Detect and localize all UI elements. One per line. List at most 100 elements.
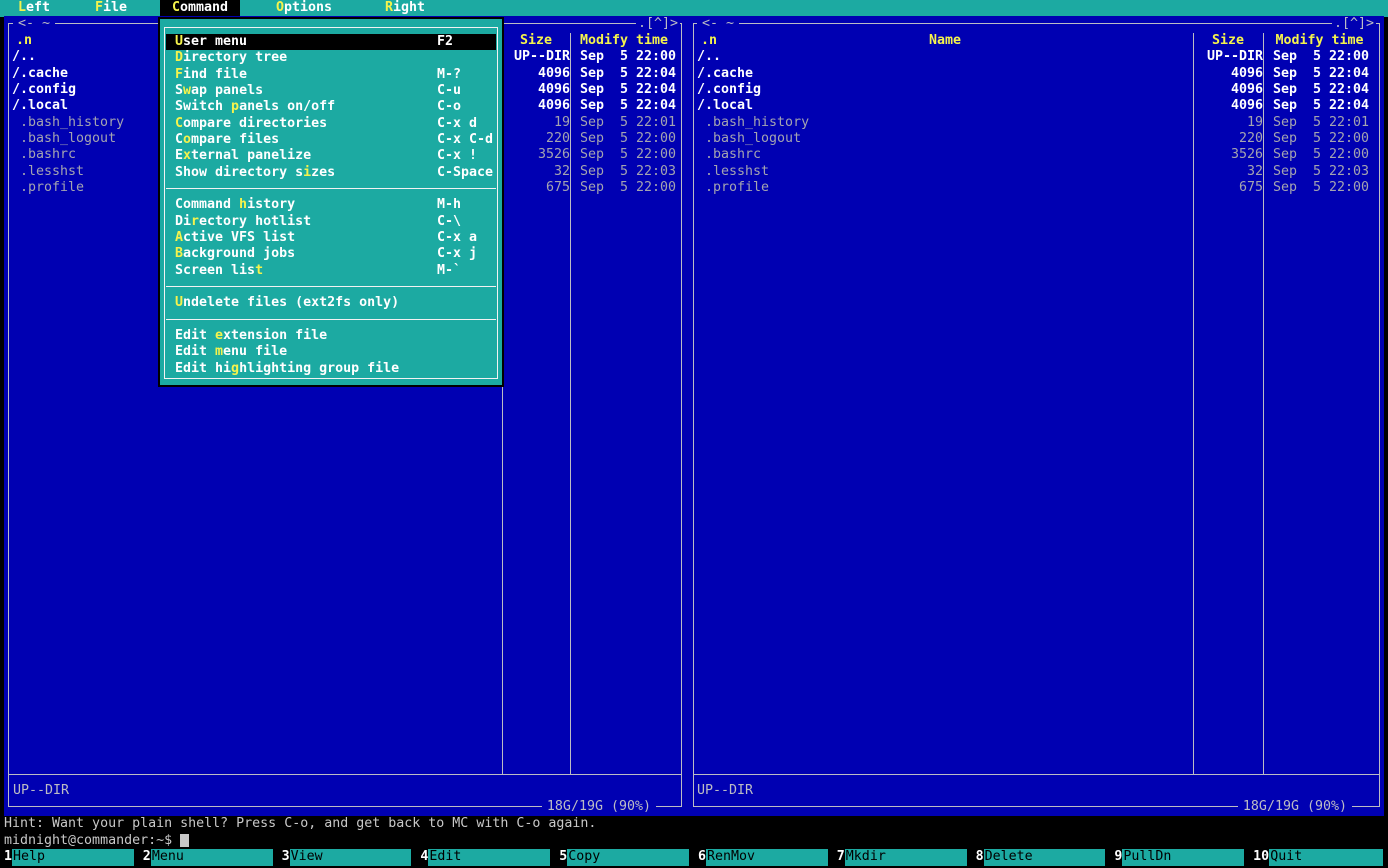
menu-item-directory-hotlist[interactable]: Directory hotlistC-\ xyxy=(166,214,496,230)
menu-item-shortcut: C-x j xyxy=(437,246,477,262)
file-name: .bash_logout xyxy=(697,131,1193,147)
menu-item-label: Show directory sizes xyxy=(166,165,335,181)
menu-item-shortcut: C-x ! xyxy=(437,148,477,164)
menu-item-label-pre: Command xyxy=(175,197,239,212)
right-panel: <- ~ .[^]> .nNameSizeModify time/..UP--D… xyxy=(688,16,1384,816)
file-mtime: Sep 5 22:00 xyxy=(574,180,678,196)
shell-prompt-line[interactable]: midnight@commander:~$ xyxy=(4,833,189,850)
menu-item-label: Edit extension file xyxy=(166,328,327,344)
mtime-column-header: Modify time xyxy=(1263,33,1376,49)
fkey-label: Menu xyxy=(151,849,273,866)
menu-item-undelete-files-ext2fs-only[interactable]: Undelete files (ext2fs only) xyxy=(166,295,496,311)
menu-item-label-post: anels on/off xyxy=(239,99,335,114)
hotkey-letter: o xyxy=(183,132,191,147)
fkey-7[interactable]: 7Mkdir xyxy=(833,849,972,866)
menu-item-label-post: ectory hotlist xyxy=(199,214,311,229)
menubar-item-label: ptions xyxy=(284,0,332,15)
file-name: /.. xyxy=(697,49,1193,65)
menu-item-edit-menu-file[interactable]: Edit menu file xyxy=(166,344,496,360)
menu-item-compare-directories[interactable]: Compare directoriesC-x d xyxy=(166,116,496,132)
menubar-item-right[interactable]: Right xyxy=(385,0,425,17)
fkey-10[interactable]: 10Quit xyxy=(1249,849,1388,866)
panel-nav-marker[interactable]: .[^]> xyxy=(636,16,680,32)
menu-item-background-jobs[interactable]: Background jobsC-x j xyxy=(166,246,496,262)
menu-item-label: Find file xyxy=(166,67,247,83)
menu-item-user-menu[interactable]: User menuF2 xyxy=(166,34,496,50)
menu-item-active-vfs-list[interactable]: Active VFS listC-x a xyxy=(166,230,496,246)
fkey-number: 3 xyxy=(278,849,290,866)
fkey-4[interactable]: 4Edit xyxy=(416,849,555,866)
hotkey-letter: p xyxy=(231,99,239,114)
fkey-6[interactable]: 6RenMov xyxy=(694,849,833,866)
fkey-5[interactable]: 5Copy xyxy=(555,849,694,866)
menu-item-shortcut: M-h xyxy=(437,197,461,213)
panel-path[interactable]: <- ~ xyxy=(13,16,55,32)
menu-item-compare-files[interactable]: Compare filesC-x C-d xyxy=(166,132,496,148)
menubar-item-command[interactable]: Command xyxy=(160,0,240,17)
file-row[interactable]: /.config4096Sep 5 22:04 xyxy=(697,82,1376,98)
panel-nav-marker[interactable]: .[^]> xyxy=(1332,16,1376,32)
menu-item-label-pre: Switch xyxy=(175,99,231,114)
menu-item-label-post: ndelete files (ext2fs only) xyxy=(183,295,399,310)
menu-item-label-post: zes xyxy=(311,165,335,180)
file-size: 220 xyxy=(502,131,574,147)
menu-item-directory-tree[interactable]: Directory tree xyxy=(166,50,496,66)
hotkey-letter: R xyxy=(385,0,393,15)
menu-item-find-file[interactable]: Find file M-? xyxy=(166,67,496,83)
file-mtime: Sep 5 22:00 xyxy=(574,131,678,147)
file-size: 19 xyxy=(502,115,574,131)
menu-item-edit-highlighting-group-file[interactable]: Edit highlighting group file xyxy=(166,361,496,377)
menu-item-show-directory-sizes[interactable]: Show directory sizesC-Space xyxy=(166,165,496,181)
fkey-label: Delete xyxy=(984,849,1106,866)
menubar-item-label: ight xyxy=(393,0,425,15)
panel-path[interactable]: <- ~ xyxy=(697,16,739,32)
menu-item-shortcut: M-? xyxy=(437,67,461,83)
hotkey-letter: B xyxy=(175,246,183,261)
hotkey-letter: w xyxy=(183,83,191,98)
menubar-item-label: eft xyxy=(26,0,50,15)
menu-item-shortcut: C-u xyxy=(437,83,461,99)
menu-item-swap-panels[interactable]: Swap panelsC-u xyxy=(166,83,496,99)
menu-item-screen-list[interactable]: Screen listM-` xyxy=(166,263,496,279)
file-row[interactable]: /.local4096Sep 5 22:04 xyxy=(697,98,1376,114)
file-row[interactable]: .bashrc3526Sep 5 22:00 xyxy=(697,147,1376,163)
menu-item-switch-panels-on-off[interactable]: Switch panels on/offC-o xyxy=(166,99,496,115)
file-size: 220 xyxy=(1193,131,1267,147)
name-column-title: Name xyxy=(697,33,1193,49)
menu-item-edit-extension-file[interactable]: Edit extension file xyxy=(166,328,496,344)
fkey-2[interactable]: 2Menu xyxy=(139,849,278,866)
file-size: 4096 xyxy=(1193,98,1267,114)
file-row[interactable]: .bash_history19Sep 5 22:01 xyxy=(697,115,1376,131)
panel-header-row: .nNameSizeModify time xyxy=(697,33,1376,49)
menu-item-label-post: ompare directories xyxy=(183,116,327,131)
fkey-9[interactable]: 9PullDn xyxy=(1110,849,1249,866)
menu-item-label-post: ind file xyxy=(183,67,247,82)
menu-item-label: Screen list xyxy=(166,263,263,279)
menu-item-command-history[interactable]: Command historyM-h xyxy=(166,197,496,213)
file-row[interactable]: /.cache4096Sep 5 22:04 xyxy=(697,66,1376,82)
file-size: 675 xyxy=(1193,180,1267,196)
menubar-item-file[interactable]: File xyxy=(95,0,127,17)
file-size: 4096 xyxy=(1193,66,1267,82)
menu-item-shortcut: C-x a xyxy=(437,230,477,246)
fkey-3[interactable]: 3View xyxy=(278,849,417,866)
file-size: 4096 xyxy=(502,98,574,114)
menu-separator xyxy=(166,279,496,295)
terminal-cursor[interactable] xyxy=(180,834,189,847)
fkey-8[interactable]: 8Delete xyxy=(972,849,1111,866)
menu-item-label-post: mpare files xyxy=(191,132,279,147)
file-size: 32 xyxy=(1193,164,1267,180)
file-row[interactable]: .lesshst32Sep 5 22:03 xyxy=(697,164,1376,180)
fkey-1[interactable]: 1Help xyxy=(0,849,139,866)
menu-item-external-panelize[interactable]: External panelizeC-x ! xyxy=(166,148,496,164)
menubar-item-options[interactable]: Options xyxy=(276,0,332,17)
hotkey-letter: m xyxy=(215,344,223,359)
menu-item-label: Edit highlighting group file xyxy=(166,361,399,377)
file-row[interactable]: /..UP--DIRSep 5 22:00 xyxy=(697,49,1376,65)
menubar-item-left[interactable]: Left xyxy=(18,0,50,17)
file-name: /.cache xyxy=(697,66,1193,82)
menu-item-label-pre: Di xyxy=(175,214,191,229)
file-row[interactable]: .bash_logout220Sep 5 22:00 xyxy=(697,131,1376,147)
fkey-label: View xyxy=(290,849,412,866)
file-row[interactable]: .profile675Sep 5 22:00 xyxy=(697,180,1376,196)
